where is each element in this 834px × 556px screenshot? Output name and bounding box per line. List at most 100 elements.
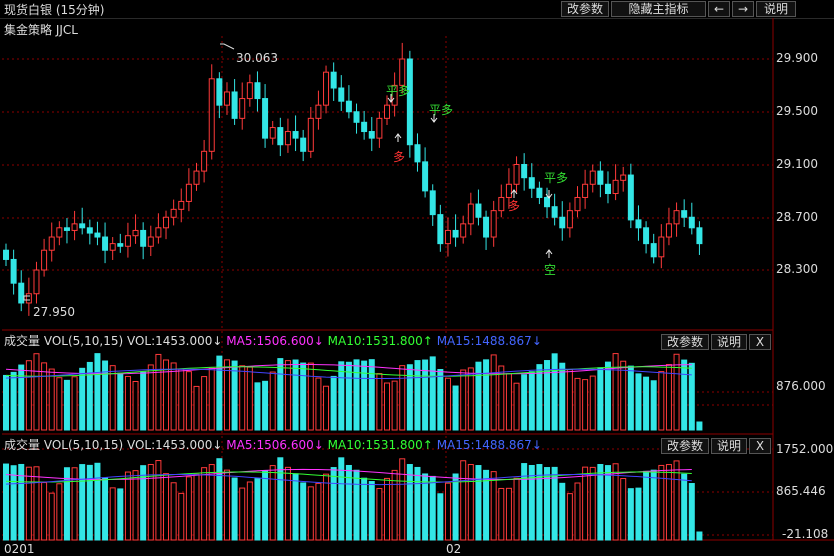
candle-body xyxy=(201,150,208,172)
volume-bar xyxy=(444,377,451,431)
candle-body xyxy=(185,183,192,202)
volume-bar xyxy=(490,354,497,431)
volume-bar xyxy=(163,359,170,431)
volume-bar xyxy=(589,375,596,431)
volume-bar xyxy=(155,460,162,541)
candle-body xyxy=(353,111,360,123)
x-tick: 0201 xyxy=(4,542,35,556)
candlestick-chart[interactable] xyxy=(0,0,834,556)
candle-body xyxy=(109,243,116,251)
volume-bar xyxy=(79,367,86,431)
signal-label: 平多 xyxy=(429,103,454,117)
y-tick: 876.000 xyxy=(776,379,826,393)
volume-bar xyxy=(422,473,429,541)
volume-bar xyxy=(475,361,482,431)
volume-bar xyxy=(353,359,360,431)
y-tick: 29.500 xyxy=(776,104,818,118)
volume-bar xyxy=(589,466,596,541)
panel-params-button[interactable]: 改参数 xyxy=(661,334,709,350)
vol-value: VOL:1453.000↓ xyxy=(126,438,223,452)
volume-bar xyxy=(414,466,421,541)
volume-bar xyxy=(239,487,246,541)
candle-body xyxy=(429,190,436,216)
signal-label: 多 xyxy=(393,150,406,164)
candle-body xyxy=(102,236,109,251)
candle-body xyxy=(650,243,657,258)
volume-bar xyxy=(163,473,170,541)
volume-bar xyxy=(124,375,131,431)
candle-body xyxy=(696,227,703,245)
volume-bar xyxy=(635,373,642,431)
candle-body xyxy=(140,229,147,247)
volume-bar xyxy=(94,353,101,431)
volume-bar xyxy=(345,464,352,541)
candle-body xyxy=(86,227,93,234)
volume-bar xyxy=(63,379,70,431)
volume-bar xyxy=(414,360,421,431)
panel-help-button[interactable]: 说明 xyxy=(711,334,747,350)
candle-body xyxy=(368,131,375,139)
candle-body xyxy=(384,104,390,119)
candle-body xyxy=(597,170,604,185)
candle-body xyxy=(406,58,413,146)
volume-bar xyxy=(193,473,200,541)
volume-bar xyxy=(620,478,627,541)
candle-body xyxy=(490,210,497,238)
volume-bar xyxy=(559,482,566,541)
candle-body xyxy=(48,236,55,251)
volume-bar xyxy=(3,463,9,541)
panel-name: 成交量 xyxy=(4,438,41,452)
volume-bar xyxy=(384,477,390,541)
volume-bar xyxy=(86,464,93,541)
volume-bar xyxy=(48,492,55,541)
volume-bar xyxy=(521,463,528,541)
volume-bar xyxy=(536,364,543,431)
volume-bar xyxy=(216,458,223,541)
volume-bar xyxy=(56,483,63,541)
candle-body xyxy=(79,223,86,229)
candle-body xyxy=(498,196,505,212)
volume-bar xyxy=(688,362,695,431)
y-tick: 865.446 xyxy=(776,484,826,498)
candle-body xyxy=(467,203,474,225)
volume-bar xyxy=(246,366,253,431)
candle-body xyxy=(277,127,284,146)
volume-bar xyxy=(315,482,322,541)
panel-help-button[interactable]: 说明 xyxy=(711,438,747,454)
volume-bar xyxy=(330,467,337,541)
volume-bar xyxy=(262,380,269,431)
volume-bar xyxy=(665,464,672,541)
volume-bar xyxy=(315,377,322,431)
vol-value: VOL:1453.000↓ xyxy=(126,334,223,348)
volume-panel-2-header: 成交量 VOL(5,10,15) VOL:1453.000↓ MA5:1506.… xyxy=(0,436,542,454)
candle-body xyxy=(307,117,314,152)
volume-bar xyxy=(330,375,337,431)
high-price-label: 30.063 xyxy=(236,51,278,65)
volume-bar xyxy=(620,360,627,431)
panel-formula: VOL(5,10,15) xyxy=(43,334,124,348)
candle-body xyxy=(330,71,337,89)
volume-bar xyxy=(300,482,307,541)
candle-body xyxy=(566,210,573,229)
ma10-value: MA10:1531.800↑ xyxy=(327,334,433,348)
candle-body xyxy=(18,282,25,304)
volume-bar xyxy=(79,464,86,541)
panel-close-icon[interactable]: X xyxy=(749,334,771,350)
candle-body xyxy=(117,243,124,247)
volume-bar xyxy=(307,362,314,431)
volume-bar xyxy=(18,364,25,431)
volume-bar xyxy=(521,374,528,431)
volume-bar xyxy=(10,465,17,541)
volume-bar xyxy=(696,531,703,541)
volume-bar xyxy=(437,493,444,541)
panel-close-icon[interactable]: X xyxy=(749,438,771,454)
volume-bar xyxy=(376,488,383,541)
volume-bar xyxy=(109,365,116,431)
volume-bar xyxy=(460,460,467,541)
panel-params-button[interactable]: 改参数 xyxy=(661,438,709,454)
ma15-value: MA15:1488.867↓ xyxy=(436,438,542,452)
candle-body xyxy=(262,98,269,139)
volume-bar xyxy=(41,482,48,541)
candle-body xyxy=(25,293,32,304)
candle-body xyxy=(414,144,421,163)
